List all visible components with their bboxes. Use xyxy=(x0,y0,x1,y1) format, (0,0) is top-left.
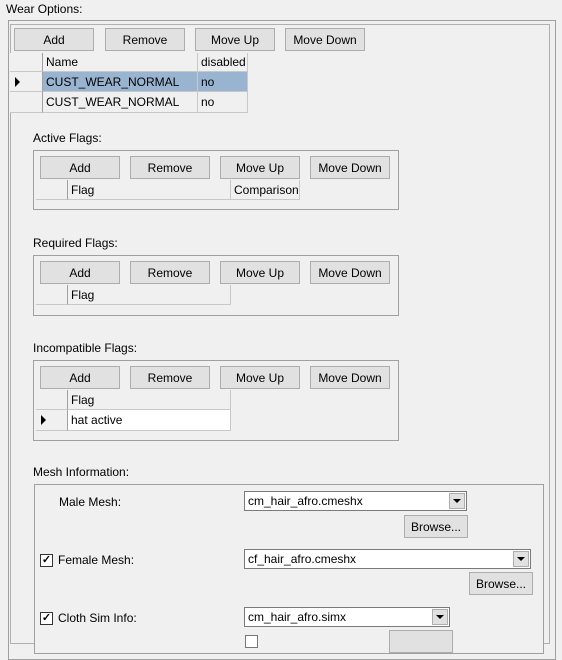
required-remove-button[interactable]: Remove xyxy=(130,261,210,284)
row-selector[interactable] xyxy=(10,72,43,92)
cloth-browse-button[interactable] xyxy=(389,630,453,653)
cloth-sim-value: cm_hair_afro.simx xyxy=(248,610,347,624)
dropdown-arrow-icon[interactable] xyxy=(513,551,529,567)
female-mesh-checkbox[interactable]: ✓ xyxy=(40,554,53,567)
column-header-disabled[interactable]: disabled xyxy=(198,53,248,72)
dropdown-arrow-icon[interactable] xyxy=(432,609,448,625)
row-header-corner xyxy=(36,180,68,200)
required-move-down-button[interactable]: Move Down xyxy=(310,261,390,284)
row-header-corner xyxy=(36,285,68,305)
incompatible-remove-button[interactable]: Remove xyxy=(130,366,210,389)
female-mesh-value: cf_hair_afro.cmeshx xyxy=(248,552,357,566)
male-mesh-browse-button[interactable]: Browse... xyxy=(404,515,468,538)
wear-add-button[interactable]: Add xyxy=(14,28,94,51)
table-row-name[interactable]: CUST_WEAR_NORMAL xyxy=(43,72,198,92)
column-header-flag[interactable]: Flag xyxy=(68,180,231,200)
active-remove-button[interactable]: Remove xyxy=(130,156,210,179)
incompatible-add-button[interactable]: Add xyxy=(40,366,120,389)
row-header-corner xyxy=(10,53,43,72)
cloth-sim-checkbox[interactable]: ✓ xyxy=(40,612,53,625)
column-header-flag[interactable]: Flag xyxy=(68,390,231,410)
wear-move-up-button[interactable]: Move Up xyxy=(195,28,275,51)
row-header-corner xyxy=(36,390,68,410)
male-mesh-combo[interactable]: cm_hair_afro.cmeshx xyxy=(244,491,467,511)
male-mesh-value: cm_hair_afro.cmeshx xyxy=(248,494,363,508)
table-row-disabled[interactable]: no xyxy=(198,72,248,92)
table-row-disabled[interactable]: no xyxy=(198,92,248,113)
cloth-sim-combo[interactable]: cm_hair_afro.simx xyxy=(244,607,450,627)
wear-options-label: Wear Options: xyxy=(6,2,83,16)
female-mesh-browse-button[interactable]: Browse... xyxy=(469,572,533,595)
required-add-button[interactable]: Add xyxy=(40,261,120,284)
female-mesh-label: Female Mesh: xyxy=(58,553,135,567)
incompatible-move-down-button[interactable]: Move Down xyxy=(310,366,390,389)
column-header-name[interactable]: Name xyxy=(43,53,198,72)
wear-remove-button[interactable]: Remove xyxy=(105,28,185,51)
active-move-up-button[interactable]: Move Up xyxy=(220,156,300,179)
active-move-down-button[interactable]: Move Down xyxy=(310,156,390,179)
incompatible-move-up-button[interactable]: Move Up xyxy=(220,366,300,389)
incompatible-flags-label: Incompatible Flags: xyxy=(33,341,138,355)
mesh-information-label: Mesh Information: xyxy=(33,465,130,479)
active-flags-label: Active Flags: xyxy=(33,131,102,145)
table-row-flag[interactable]: hat active xyxy=(68,410,231,431)
table-row-name[interactable]: CUST_WEAR_NORMAL xyxy=(43,92,198,113)
current-row-arrow-icon xyxy=(15,76,20,87)
active-add-button[interactable]: Add xyxy=(40,156,120,179)
wear-move-down-button[interactable]: Move Down xyxy=(285,28,365,51)
column-header-comparison[interactable]: Comparison xyxy=(231,180,300,200)
column-header-flag[interactable]: Flag xyxy=(68,285,231,305)
row-selector[interactable] xyxy=(10,92,43,113)
current-row-arrow-icon xyxy=(41,415,46,425)
cloth-sim-label: Cloth Sim Info: xyxy=(58,611,137,625)
dropdown-arrow-icon[interactable] xyxy=(449,493,465,509)
row-selector[interactable] xyxy=(36,410,68,431)
cloth-option-checkbox[interactable] xyxy=(245,635,258,648)
male-mesh-label: Male Mesh: xyxy=(59,495,122,509)
required-move-up-button[interactable]: Move Up xyxy=(220,261,300,284)
required-flags-label: Required Flags: xyxy=(33,236,118,250)
female-mesh-combo[interactable]: cf_hair_afro.cmeshx xyxy=(244,549,531,569)
